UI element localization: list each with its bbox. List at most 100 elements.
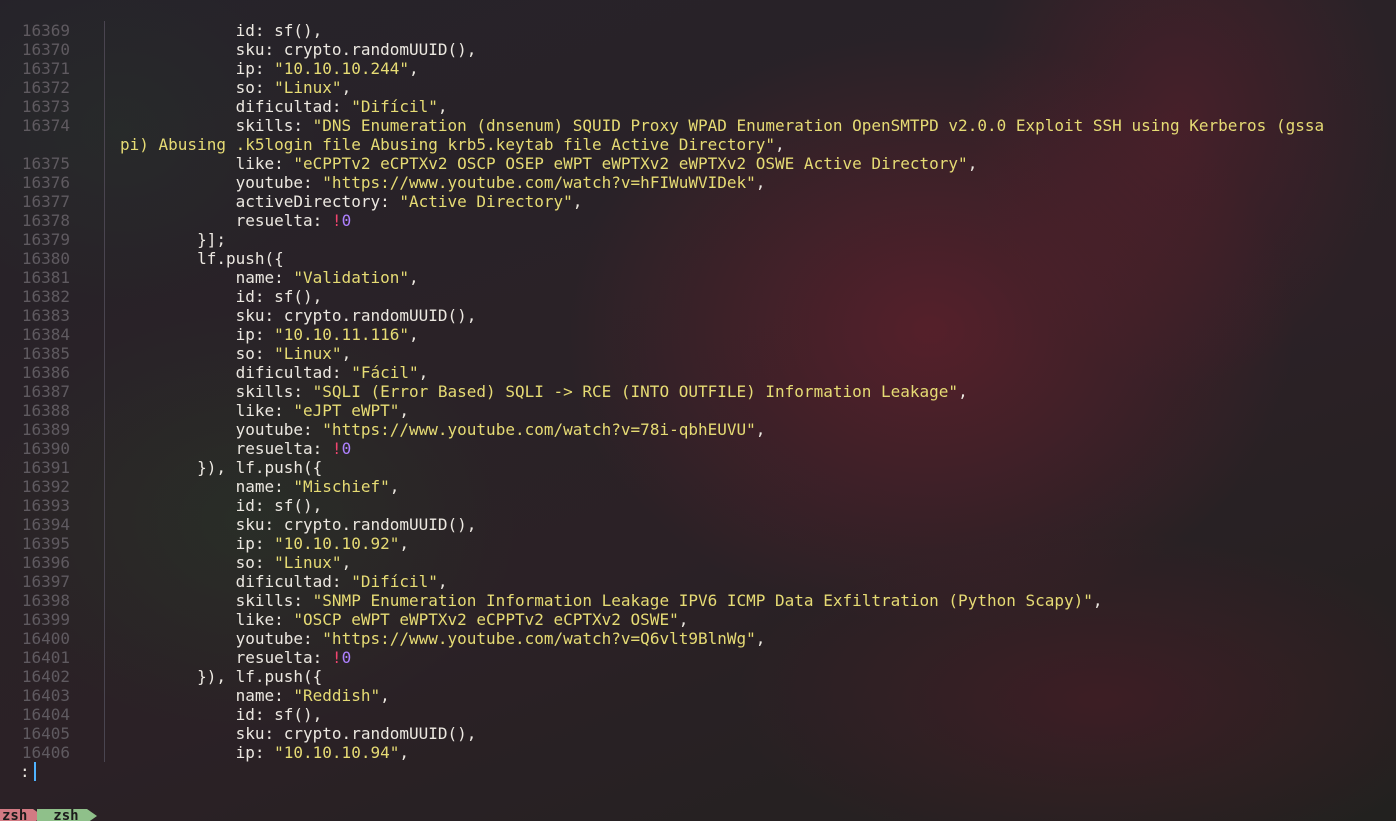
token-str: pi) Abusing .k5login file Abusing krb5.k… xyxy=(120,135,776,154)
token-str: "SNMP Enumeration Information Leakage IP… xyxy=(312,591,1093,610)
code-line: 16370 sku: crypto.randomUUID(), xyxy=(0,40,1396,59)
token-code: skills: xyxy=(235,382,313,401)
terminal-window: 16369 id: sf(), 16370 sku: crypto.randomU… xyxy=(0,0,1396,821)
pager-prompt[interactable]: : xyxy=(20,762,36,781)
token-str: "https://www.youtube.com/watch?v=Q6vlt9B… xyxy=(322,629,756,648)
line-number: 16377 xyxy=(21,192,70,211)
status-segment-shell-2[interactable]: zsh xyxy=(37,809,97,821)
line-number: 16381 xyxy=(21,268,70,287)
token-code: id: sf(), xyxy=(235,496,323,515)
token-code: , xyxy=(1092,591,1103,610)
code-line: 16399 like: "OSCP eWPT eWPTXv2 eCPPTv2 e… xyxy=(0,610,1396,629)
prompt-colon: : xyxy=(20,762,30,781)
token-str: "Validation" xyxy=(293,268,409,287)
token-str: "10.10.11.116" xyxy=(274,325,409,344)
token-code: dificultad: xyxy=(235,363,352,382)
token-code: , xyxy=(678,610,689,629)
token-code: , xyxy=(399,401,409,420)
token-str: "eJPT eWPT" xyxy=(293,401,400,420)
token-str: "Linux" xyxy=(274,344,342,363)
token-code: , xyxy=(755,420,766,439)
code-line: 16380 lf.push({ xyxy=(0,249,1396,268)
token-str: "Difícil" xyxy=(351,572,438,591)
line-number: 16400 xyxy=(21,629,70,648)
token-code: sku: crypto.randomUUID(), xyxy=(235,515,477,534)
code-text: resuelta: !0 xyxy=(105,439,352,458)
code-line: 16389 youtube: "https://www.youtube.com/… xyxy=(0,420,1396,439)
code-text: sku: crypto.randomUUID(), xyxy=(105,40,477,59)
token-code: sku: crypto.randomUUID(), xyxy=(235,40,477,59)
token-str: "Linux" xyxy=(274,553,342,572)
line-number: 16376 xyxy=(21,173,70,192)
token-code: sku: crypto.randomUUID(), xyxy=(235,306,477,325)
line-number: 16389 xyxy=(21,420,70,439)
line-number: 16379 xyxy=(21,230,70,249)
code-line: 16403 name: "Reddish", xyxy=(0,686,1396,705)
code-line: 16375 like: "eCPPTv2 eCPTXv2 OSCP OSEP e… xyxy=(0,154,1396,173)
code-text: }), lf.push({ xyxy=(105,667,322,686)
token-code: , xyxy=(408,325,419,344)
code-line: 16398 skills: "SNMP Enumeration Informat… xyxy=(0,591,1396,610)
token-str: "SQLI (Error Based) SQLI -> RCE (INTO OU… xyxy=(312,382,959,401)
token-bang: ! xyxy=(331,648,342,667)
token-code: like: xyxy=(235,610,294,629)
line-number: 16392 xyxy=(21,477,70,496)
token-code: so: xyxy=(235,344,275,363)
line-number: 16403 xyxy=(21,686,70,705)
token-code: youtube: xyxy=(235,420,323,439)
code-line: 16372 so: "Linux", xyxy=(0,78,1396,97)
code-view: 16369 id: sf(), 16370 sku: crypto.randomU… xyxy=(0,21,1396,762)
token-code: , xyxy=(755,173,766,192)
code-text: skills: "SQLI (Error Based) SQLI -> RCE … xyxy=(105,382,968,401)
line-number: 16386 xyxy=(21,363,70,382)
token-str: "Reddish" xyxy=(293,686,381,705)
line-number xyxy=(0,135,70,154)
token-str: "OSCP eWPT eWPTXv2 eCPPTv2 eCPTXv2 OSWE" xyxy=(293,610,679,629)
code-line: 16390 resuelta: !0 xyxy=(0,439,1396,458)
token-code: , xyxy=(418,363,429,382)
token-num: 0 xyxy=(341,439,352,458)
line-number: 16401 xyxy=(21,648,70,667)
code-line: 16378 resuelta: !0 xyxy=(0,211,1396,230)
line-number: 16405 xyxy=(21,724,70,743)
token-code: name: xyxy=(235,477,294,496)
token-code: dificultad: xyxy=(235,97,352,116)
code-line: 16402 }), lf.push({ xyxy=(0,667,1396,686)
token-code: ip: xyxy=(235,59,275,78)
code-line: 16405 sku: crypto.randomUUID(), xyxy=(0,724,1396,743)
token-code: , xyxy=(380,686,390,705)
token-str: "10.10.10.94" xyxy=(274,743,400,762)
token-code: like: xyxy=(235,154,294,173)
line-number: 16402 xyxy=(21,667,70,686)
token-code: id: sf(), xyxy=(235,705,323,724)
line-number: 16398 xyxy=(21,591,70,610)
token-str: "Mischief" xyxy=(293,477,390,496)
line-number: 16369 xyxy=(21,21,70,40)
token-str: "10.10.10.244" xyxy=(274,59,409,78)
line-number: 16393 xyxy=(21,496,70,515)
line-number: 16388 xyxy=(21,401,70,420)
token-code: , xyxy=(437,572,448,591)
token-code: lf.push({ xyxy=(197,249,284,268)
token-str: "eCPPTv2 eCPTXv2 OSCP OSEP eWPT eWPTXv2 … xyxy=(293,154,968,173)
token-str: "https://www.youtube.com/watch?v=78i-qbh… xyxy=(322,420,756,439)
code-text: sku: crypto.randomUUID(), xyxy=(105,724,477,743)
token-code: name: xyxy=(235,268,294,287)
line-number: 16378 xyxy=(21,211,70,230)
status-segment-shell-1[interactable]: zsh xyxy=(0,809,44,821)
token-str: "Fácil" xyxy=(351,363,419,382)
token-code: like: xyxy=(235,401,294,420)
token-code: , xyxy=(399,534,409,553)
